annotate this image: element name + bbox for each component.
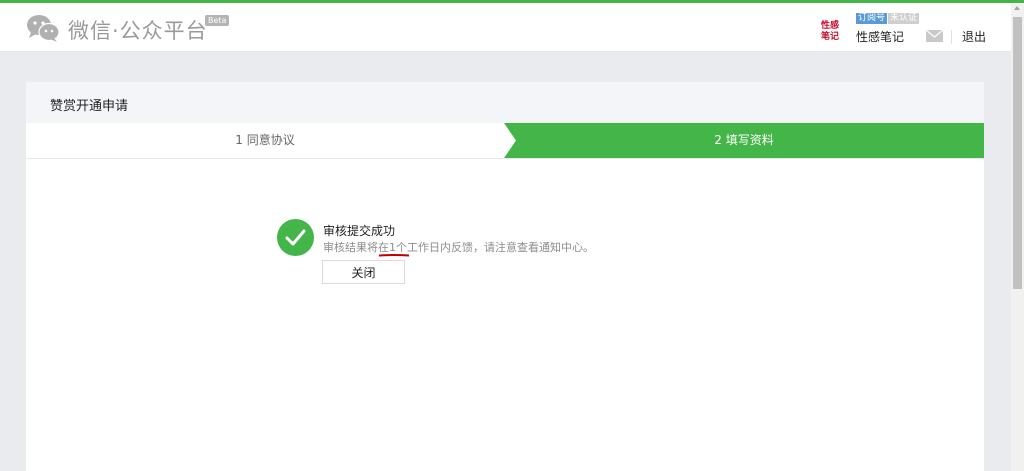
step-1-agree: 1 同意协议 bbox=[235, 133, 295, 147]
account-avatar[interactable]: 性感 笔记 bbox=[818, 17, 842, 41]
svg-text:笔记: 笔记 bbox=[821, 30, 839, 41]
page-title: 赞赏开通申请 bbox=[50, 99, 129, 114]
application-card: 赞赏开通申请 1 同意协议 2 填写资料 审核提交成功 审核结果将在1个工作日内… bbox=[26, 82, 984, 471]
account-name[interactable]: 性感笔记 bbox=[856, 28, 904, 45]
card-header: 赞赏开通申请 bbox=[26, 82, 984, 123]
mail-icon[interactable] bbox=[926, 30, 943, 42]
logout-link[interactable]: 退出 bbox=[962, 28, 986, 45]
account-type-badge: 订阅号 bbox=[856, 13, 888, 24]
header-divider bbox=[951, 30, 952, 44]
result-title: 审核提交成功 bbox=[323, 224, 396, 238]
wechat-logo-icon[interactable] bbox=[26, 13, 60, 43]
top-header: 微信·公众平台 Beta 性感 笔记 订阅号 未认证 性感笔记 退出 bbox=[0, 3, 1011, 52]
close-button[interactable]: 关闭 bbox=[322, 260, 405, 284]
platform-title[interactable]: 微信·公众平台 bbox=[68, 15, 208, 45]
step-indicator: 1 同意协议 2 填写资料 bbox=[26, 123, 984, 159]
beta-badge: Beta bbox=[205, 15, 230, 26]
red-underline-annotation bbox=[378, 254, 410, 257]
result-description: 审核结果将在1个工作日内反馈，请注意查看通知中心。 bbox=[323, 241, 594, 254]
verification-badge: 未认证 bbox=[888, 13, 920, 24]
step-2-fill-info: 2 填写资料 bbox=[714, 133, 774, 147]
check-circle-icon bbox=[277, 219, 314, 256]
scroll-thumb[interactable] bbox=[1013, 17, 1022, 289]
scroll-up-arrow-icon[interactable] bbox=[1014, 6, 1020, 10]
svg-text:性感: 性感 bbox=[821, 19, 839, 31]
page-scrollbar[interactable] bbox=[1011, 3, 1024, 471]
